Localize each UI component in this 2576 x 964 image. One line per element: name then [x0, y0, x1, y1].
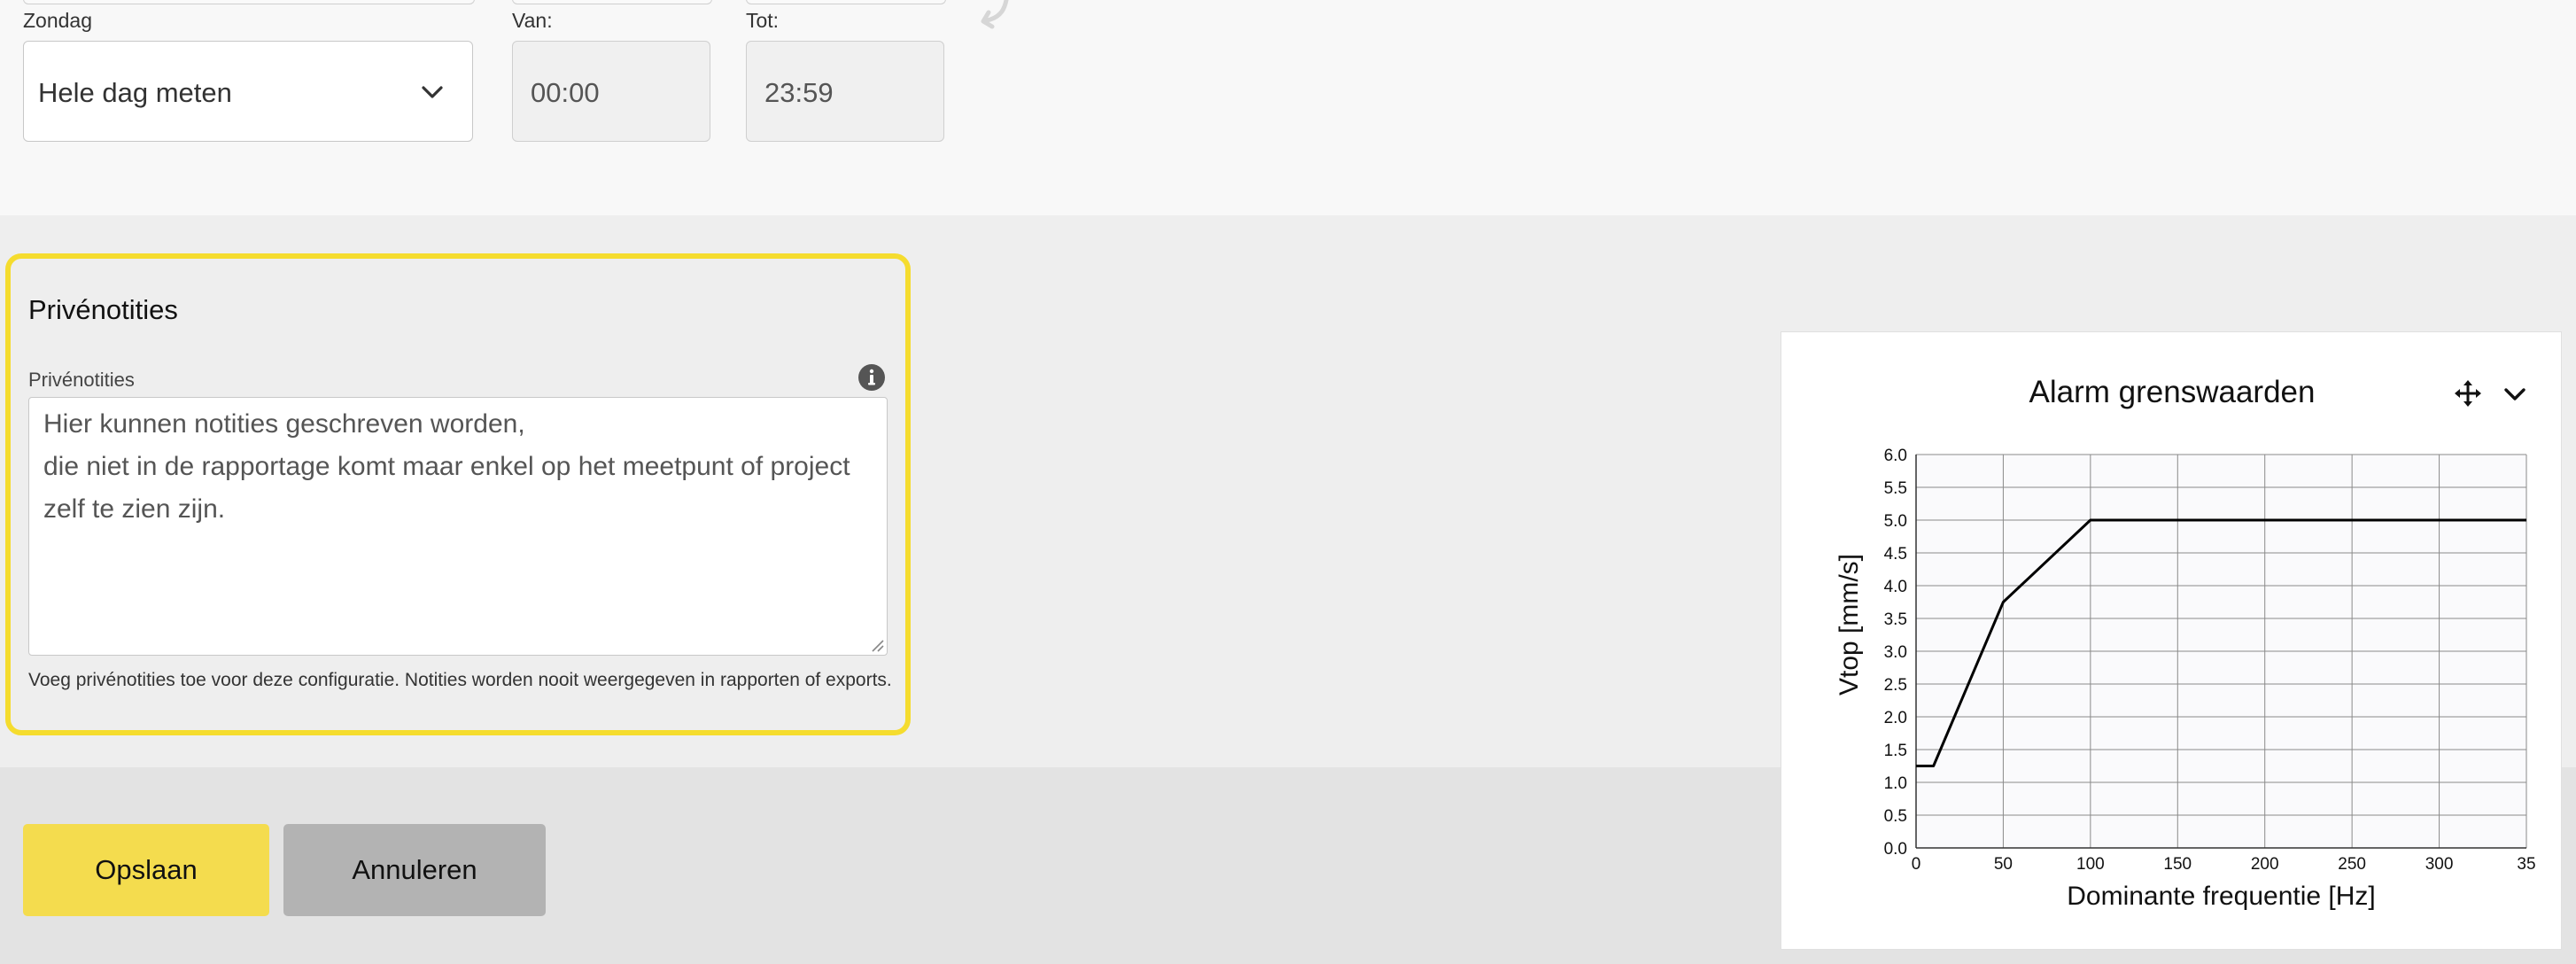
y-tick-label: 2.0 — [1884, 709, 1907, 727]
notes-field-label: Privénotities — [28, 369, 135, 391]
resize-handle-icon[interactable] — [869, 637, 885, 653]
x-tick-label: 150 — [2163, 855, 2192, 874]
y-tick-label: 4.0 — [1884, 578, 1907, 596]
day-label: Zondag — [23, 9, 93, 32]
previous-to-box[interactable] — [746, 0, 946, 4]
y-tick-label: 0.5 — [1884, 807, 1907, 826]
notes-text-line: zelf te zien zijn. — [43, 494, 226, 524]
y-tick-label: 1.0 — [1884, 774, 1907, 793]
previous-select-box[interactable] — [23, 0, 475, 4]
x-tick-label: 300 — [2425, 855, 2454, 874]
notes-text-line: die niet in de rapportage komt maar enke… — [43, 452, 850, 481]
cancel-button[interactable]: Annuleren — [283, 824, 546, 916]
y-tick-label: 5.0 — [1884, 512, 1907, 531]
x-tick-label: 250 — [2338, 855, 2366, 874]
notes-help-text: Voeg privénotities toe voor deze configu… — [28, 670, 892, 690]
x-tick-label: 0 — [1912, 855, 1921, 874]
y-tick-label: 2.5 — [1884, 676, 1907, 695]
y-tick-label: 6.0 — [1884, 447, 1907, 465]
x-tick-label: 50 — [1994, 855, 2013, 874]
to-time-value: 23:59 — [764, 77, 834, 108]
save-button[interactable]: Opslaan — [23, 824, 269, 916]
notes-title: Privénotities — [28, 294, 178, 325]
x-tick-label: 100 — [2076, 855, 2105, 874]
notes-textarea[interactable]: Hier kunnen notities geschreven worden, … — [28, 397, 888, 656]
y-tick-label: 4.5 — [1884, 545, 1907, 564]
y-tick-label: 1.5 — [1884, 742, 1907, 760]
chevron-down-icon[interactable] — [2502, 382, 2527, 407]
chart-title: Alarm grenswaarden — [2029, 375, 2316, 409]
private-notes-card: Privénotities Privénotities Hier kunnen … — [5, 253, 911, 735]
y-tick-label: 5.5 — [1884, 479, 1907, 498]
info-icon[interactable] — [857, 363, 886, 392]
from-label: Van: — [512, 9, 553, 32]
to-time-field[interactable]: 23:59 — [746, 41, 944, 142]
curved-arrow-icon — [981, 0, 1009, 29]
to-label: Tot: — [746, 9, 780, 32]
y-axis-title: Vtop [mm/s] — [1835, 554, 1864, 696]
y-tick-label: 3.5 — [1884, 610, 1907, 629]
previous-from-box[interactable] — [512, 0, 712, 4]
chevron-down-icon — [422, 86, 443, 98]
alarm-limits-chart: 0.0 0.5 1.0 1.5 2.0 2.5 3.0 3.5 4.0 4.5 5.0 5.5 6.0 0… — [1835, 447, 2536, 911]
move-icon[interactable] — [2453, 378, 2483, 408]
from-time-field[interactable]: 00:00 — [512, 41, 710, 142]
measure-mode-value: Hele dag meten — [38, 77, 232, 108]
schedule-section: Zondag Van: Tot: Hele dag meten 00:00 23… — [0, 0, 2576, 215]
y-tick-label: 3.0 — [1884, 643, 1907, 662]
alarm-chart-card: 0.0 0.5 1.0 1.5 2.0 2.5 3.0 3.5 4.0 4.5 5.0 5.5 6.0 0… — [1781, 331, 2562, 950]
x-tick-label: 200 — [2251, 855, 2279, 874]
x-tick-label: 35 — [2517, 855, 2535, 874]
from-time-value: 00:00 — [531, 77, 600, 108]
notes-text-line: Hier kunnen notities geschreven worden, — [43, 409, 525, 439]
x-axis-title: Dominante frequentie [Hz] — [2067, 882, 2376, 911]
measure-mode-select[interactable]: Hele dag meten — [23, 41, 473, 142]
y-tick-label: 0.0 — [1884, 840, 1907, 859]
